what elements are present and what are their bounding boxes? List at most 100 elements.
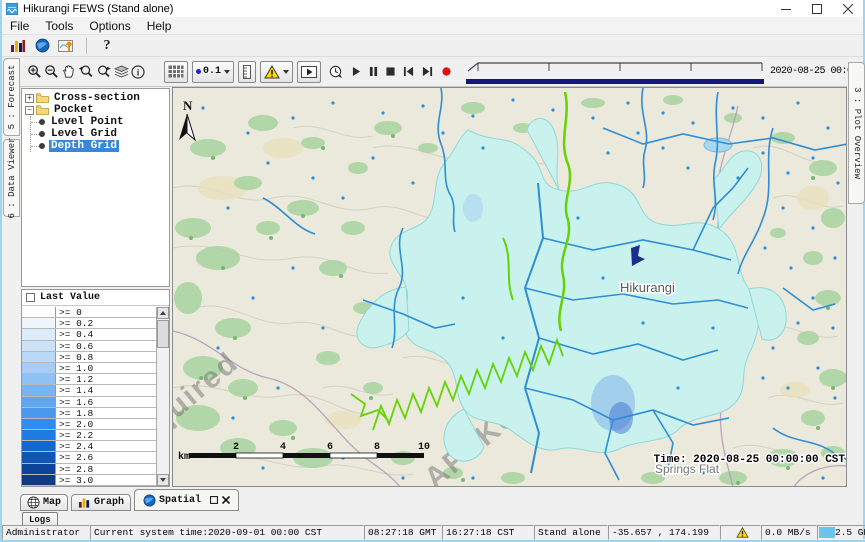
legend-row[interactable]: >= 0.8 <box>22 352 156 363</box>
zoom-previous-icon[interactable] <box>78 63 94 80</box>
menu-help[interactable]: Help <box>139 19 180 33</box>
legend-panel: Last Value >= 0>= 0.2>= 0.4>= 0.6>= 0.8>… <box>21 289 170 487</box>
legend-row[interactable]: >= 2.0 <box>22 419 156 430</box>
legend-row[interactable]: >= 1.2 <box>22 374 156 385</box>
legend-row[interactable]: >= 0.2 <box>22 318 156 329</box>
tab-label: Map <box>43 497 61 508</box>
legend-label: >= 3.0 <box>56 475 93 485</box>
tree-item-level-point[interactable]: Level Point <box>31 116 169 128</box>
map-time-label: Time: 2020-08-25 00:00:00 CST <box>654 454 846 466</box>
tree-item-level-grid[interactable]: Level Grid <box>31 128 169 140</box>
maximize-button[interactable] <box>801 0 832 17</box>
grid-display-button[interactable] <box>164 61 188 83</box>
record-button[interactable] <box>441 64 452 80</box>
warning-dropdown[interactable] <box>260 61 293 83</box>
legend-row[interactable]: >= 1.6 <box>22 397 156 408</box>
pan-icon[interactable] <box>61 63 76 80</box>
legend-row[interactable]: >= 2.4 <box>22 441 156 452</box>
scrollbar-thumb[interactable] <box>157 320 169 348</box>
tree-item-depth-grid[interactable]: Depth Grid <box>31 140 169 152</box>
legend-row[interactable]: >= 2.2 <box>22 430 156 441</box>
help-button[interactable]: ? <box>98 37 116 54</box>
expand-icon[interactable]: + <box>25 94 34 103</box>
legend-row[interactable]: >= 1.4 <box>22 385 156 396</box>
close-button[interactable] <box>832 0 863 17</box>
legend-row[interactable]: >= 0.6 <box>22 341 156 352</box>
play-button[interactable] <box>352 64 361 80</box>
toolbar-separator <box>86 38 87 54</box>
sidebar-tab-label: 6 : Data Viewer <box>7 137 17 218</box>
status-warning-cell[interactable] <box>720 525 761 540</box>
timeline-slider[interactable] <box>466 60 764 84</box>
legend-swatch <box>22 329 56 339</box>
tab-label: Graph <box>94 497 124 508</box>
tab-graph[interactable]: Graph <box>71 494 131 511</box>
legend-row[interactable]: >= 1.8 <box>22 408 156 419</box>
log-browser-icon[interactable] <box>9 37 27 54</box>
legend-swatch <box>22 475 56 485</box>
tab-map[interactable]: Map <box>20 494 68 511</box>
legend-row[interactable]: >= 0 <box>22 307 156 318</box>
globe-explorer-icon[interactable] <box>33 37 51 54</box>
tree-item-cross-section[interactable]: + Cross-section <box>25 92 169 104</box>
step-forward-button[interactable] <box>422 64 433 80</box>
node-bullet-icon <box>39 131 45 137</box>
status-system-time: Current system time:2020-09-01 00:00 CST <box>90 525 364 540</box>
legend-label: >= 1.8 <box>56 408 93 418</box>
legend-row[interactable]: >= 3.2 <box>22 486 156 487</box>
stop-button[interactable] <box>386 64 395 80</box>
pause-button[interactable] <box>369 64 378 80</box>
layers-icon[interactable] <box>114 63 129 80</box>
app-icon <box>6 3 18 15</box>
menu-options[interactable]: Options <box>81 19 138 33</box>
set-time-icon[interactable] <box>328 63 343 80</box>
legend-row[interactable]: >= 1.0 <box>22 363 156 374</box>
zoom-next-icon[interactable] <box>96 63 112 80</box>
svg-text:8: 8 <box>374 442 380 453</box>
status-network-speed: 0.0 MB/s <box>761 525 817 540</box>
close-tab-icon[interactable] <box>222 496 230 504</box>
legend-row[interactable]: >= 3.0 <box>22 475 156 486</box>
zoom-in-icon[interactable] <box>27 63 42 80</box>
legend-swatch <box>22 452 56 462</box>
scroll-up-button[interactable] <box>157 307 169 319</box>
map-toolbar: i 0.1 2020-08-25 00:00:00 CST <box>20 57 847 87</box>
maximize-tab-icon[interactable] <box>210 496 218 504</box>
zoom-out-icon[interactable] <box>44 63 59 80</box>
interval-dropdown[interactable]: 0.1 <box>192 61 234 83</box>
legend-scrollbar[interactable] <box>156 307 169 486</box>
legend-row[interactable]: >= 2.6 <box>22 452 156 463</box>
info-icon[interactable]: i <box>131 63 145 80</box>
tab-spatial[interactable]: Spatial <box>134 489 239 511</box>
tree-connector <box>31 146 39 147</box>
filter-tree-panel: + Cross-section − Pocket Level Point Lev… <box>21 88 170 287</box>
map-canvas[interactable]: API Key Required API Key Required <box>172 87 847 487</box>
svg-text:i: i <box>137 67 140 77</box>
menu-bar: File Tools Options Help <box>2 17 863 35</box>
memory-text: 2.5 GB <box>818 527 865 538</box>
collapse-icon[interactable]: − <box>25 106 34 115</box>
last-value-checkbox[interactable] <box>26 293 35 302</box>
menu-file[interactable]: File <box>2 19 37 33</box>
svg-text:6: 6 <box>327 442 333 453</box>
legend-label: >= 2.4 <box>56 441 93 451</box>
legend-swatch <box>22 385 56 395</box>
step-back-button[interactable] <box>403 64 414 80</box>
scroll-down-button[interactable] <box>157 474 169 486</box>
scalebar-button[interactable] <box>238 61 256 83</box>
svg-text:4: 4 <box>280 442 286 453</box>
menu-tools[interactable]: Tools <box>37 19 81 33</box>
legend-row[interactable]: >= 0.4 <box>22 329 156 340</box>
animation-button[interactable] <box>297 61 321 83</box>
sidebar-tab-data-viewer[interactable]: 6 : Data Viewer <box>3 139 20 217</box>
spatial-display-icon[interactable] <box>57 37 75 54</box>
legend-swatch <box>22 441 56 451</box>
sidebar-tab-plot-overview[interactable]: 3 : Plot Overview <box>848 62 865 204</box>
tree-item-label: Level Point <box>49 116 126 128</box>
minimize-button[interactable] <box>770 0 801 17</box>
legend-row[interactable]: >= 2.8 <box>22 464 156 475</box>
tree-item-pocket[interactable]: − Pocket <box>25 104 169 116</box>
sidebar-tab-forecast[interactable]: 5 : Forecast <box>3 58 20 136</box>
legend-swatch <box>22 307 56 317</box>
legend-label: >= 1.6 <box>56 397 93 407</box>
